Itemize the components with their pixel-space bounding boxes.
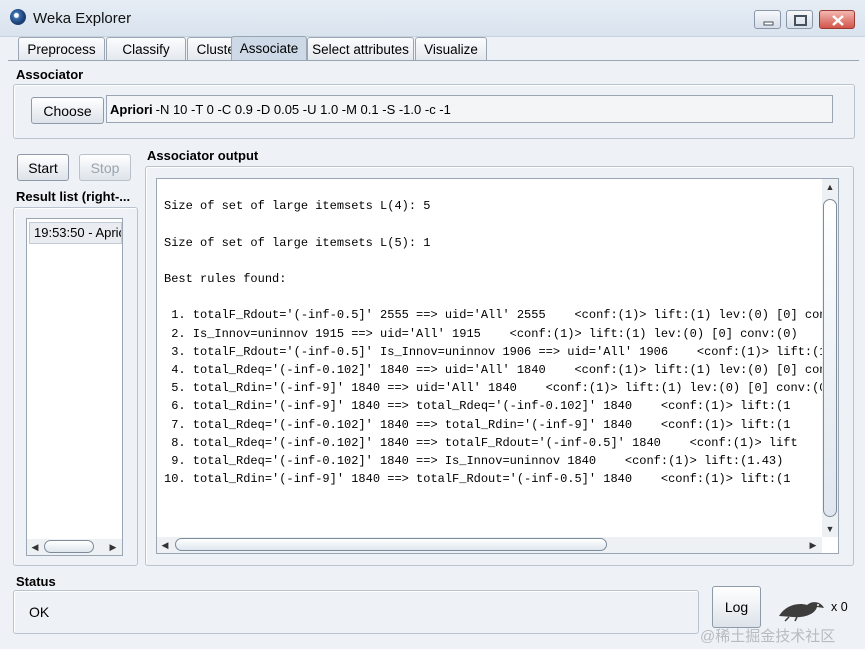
choose-button[interactable]: Choose [31,97,104,124]
scroll-right-icon[interactable]: ▶ [806,538,820,552]
close-icon [832,15,844,26]
algorithm-options: -N 10 -T 0 -C 0.9 -D 0.05 -U 1.0 -M 0.1 … [155,101,451,117]
tab-select-attributes[interactable]: Select attributes [307,37,414,60]
associator-config-field[interactable]: Apriori -N 10 -T 0 -C 0.9 -D 0.05 -U 1.0… [106,95,833,123]
result-list-label: Result list (right-... [16,189,131,204]
status-bar [13,590,699,634]
minimize-icon [763,21,774,26]
output-vscrollbar[interactable]: ▲ ▼ [822,179,838,537]
start-button[interactable]: Start [17,154,69,181]
maximize-icon [794,15,807,26]
status-text: OK [29,604,50,620]
output-hscrollbar[interactable]: ◀ ▶ [157,537,822,553]
scroll-left-icon[interactable]: ◀ [28,540,42,554]
output-section-label: Associator output [147,148,259,163]
window-title: Weka Explorer [33,10,132,27]
tab-preprocess[interactable]: Preprocess [18,37,105,60]
maximize-button[interactable] [786,10,813,29]
weka-bird-icon [10,9,26,25]
scroll-left-icon[interactable]: ◀ [158,538,172,552]
output-vscroll-thumb[interactable] [823,199,837,517]
algorithm-name: Apriori [110,101,153,117]
weka-bird-icon [779,602,824,622]
scroll-down-icon[interactable]: ▼ [823,522,837,536]
result-list-scroll-thumb[interactable] [44,540,94,553]
tab-classify[interactable]: Classify [106,37,186,60]
result-list-hscrollbar[interactable]: ◀ ▶ [27,539,122,555]
status-section-label: Status [16,574,56,589]
watermark: @稀土掘金技术社区 [700,628,836,645]
associator-section-label: Associator [16,67,84,82]
close-button[interactable] [819,10,855,29]
tab-associate[interactable]: Associate [231,36,307,60]
result-list: 19:53:50 - Apriori ◀ ▶ [26,218,123,556]
scroll-up-icon[interactable]: ▲ [823,180,837,194]
associator-output[interactable]: Size of set of large itemsets L(4): 5 Si… [156,178,839,554]
tab-visualize[interactable]: Visualize [415,37,487,60]
output-hscroll-thumb[interactable] [175,538,607,551]
scroll-right-icon[interactable]: ▶ [106,540,120,554]
log-button[interactable]: Log [712,586,761,628]
tab-divider [8,60,859,61]
result-list-item[interactable]: 19:53:50 - Apriori [29,222,122,244]
stop-button[interactable]: Stop [79,154,131,181]
minimize-button[interactable] [754,10,781,29]
output-text: Size of set of large itemsets L(4): 5 Si… [164,199,824,487]
task-count: x 0 [831,600,848,614]
